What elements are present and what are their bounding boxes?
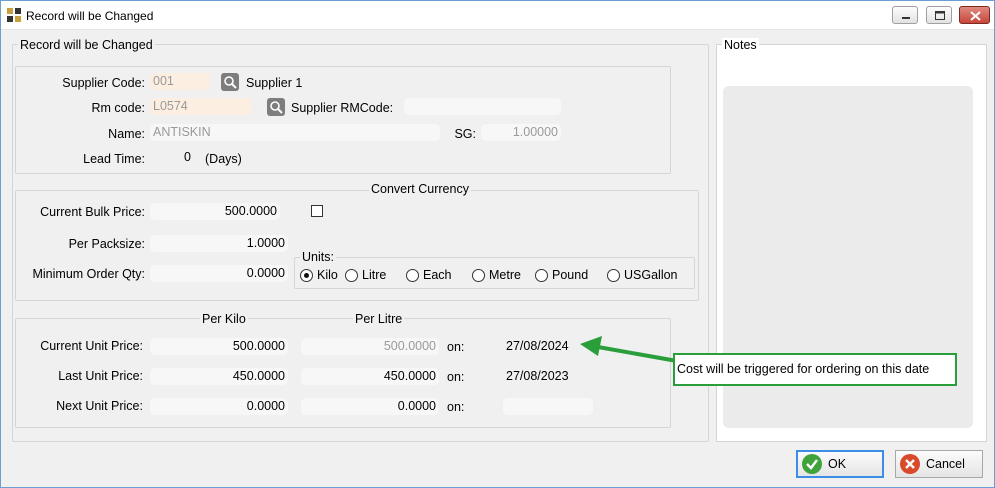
- name-label: Name:: [108, 127, 145, 141]
- radio-dot: [345, 268, 358, 282]
- search-icon: [224, 76, 237, 89]
- next-on-label: on:: [447, 400, 465, 414]
- dialog-window: Record will be Changed Record will be Ch…: [0, 0, 995, 488]
- last-date-field[interactable]: 27/08/2023: [503, 368, 593, 385]
- last-litre-price-field[interactable]: 450.0000: [301, 368, 439, 385]
- main-group-legend: Record will be Changed: [18, 38, 155, 52]
- unit-radio-kilo[interactable]: Kilo: [300, 268, 338, 282]
- moq-field[interactable]: 0.0000: [150, 265, 288, 282]
- current-litre-price-field[interactable]: 500.0000: [301, 338, 439, 355]
- rm-code-label: Rm code:: [91, 101, 146, 115]
- ok-button-label: OK: [828, 457, 847, 471]
- cancel-button-label: Cancel: [926, 457, 965, 471]
- lead-time-label: Lead Time:: [83, 152, 145, 166]
- notes-legend: Notes: [722, 38, 759, 52]
- moq-label: Minimum Order Qty:: [32, 267, 145, 281]
- lead-time-field[interactable]: 0: [150, 149, 194, 166]
- close-icon: [970, 11, 981, 21]
- unit-radio-label: Litre: [362, 268, 387, 282]
- minimize-icon: [902, 17, 910, 19]
- radio-dot: [300, 268, 313, 282]
- supplier-code-label: Supplier Code:: [62, 76, 145, 90]
- unit-radio-usgallon[interactable]: USGallon: [607, 268, 678, 282]
- last-on-label: on:: [447, 370, 465, 384]
- convert-currency-legend: Convert Currency: [369, 182, 471, 196]
- current-kilo-price-field[interactable]: 500.0000: [150, 338, 288, 355]
- radio-dot: [406, 268, 419, 282]
- per-litre-header: Per Litre: [353, 312, 405, 326]
- unit-radio-label: Metre: [489, 268, 521, 282]
- last-unit-price-label: Last Unit Price:: [58, 369, 143, 383]
- ok-button[interactable]: OK: [796, 450, 884, 478]
- minimize-button[interactable]: [892, 6, 918, 24]
- last-kilo-price-field[interactable]: 450.0000: [150, 368, 288, 385]
- supplier-code-field[interactable]: 001: [150, 73, 210, 90]
- packsize-label: Per Packsize:: [68, 237, 145, 251]
- app-icon: [7, 8, 21, 22]
- next-kilo-price-field[interactable]: 0.0000: [150, 398, 288, 415]
- radio-dot: [535, 268, 548, 282]
- title-bar: Record will be Changed: [1, 1, 994, 30]
- sg-label: SG:: [454, 127, 476, 141]
- supplier-search-button[interactable]: [221, 73, 239, 91]
- per-kilo-header: Per Kilo: [200, 312, 248, 326]
- supplier-rmcode-label: Supplier RMCode:: [291, 101, 394, 115]
- unit-radio-label: Pound: [552, 268, 589, 282]
- bulk-price-field[interactable]: 500.0000: [150, 203, 280, 220]
- unit-radio-litre[interactable]: Litre: [345, 268, 386, 282]
- radio-dot: [607, 268, 620, 282]
- unit-radio-label: Kilo: [317, 268, 338, 282]
- rm-code-field[interactable]: L0574: [150, 98, 252, 115]
- cancel-icon: [900, 454, 920, 474]
- unit-radio-each[interactable]: Each: [406, 268, 452, 282]
- units-legend: Units:: [300, 250, 336, 264]
- lead-time-unit: (Days): [205, 152, 242, 166]
- unit-radio-pound[interactable]: Pound: [535, 268, 588, 282]
- close-button[interactable]: [959, 6, 990, 24]
- supplier-name-text: Supplier 1: [246, 76, 303, 90]
- unit-radio-label: Each: [423, 268, 452, 282]
- window-title: Record will be Changed: [26, 9, 154, 23]
- unit-radio-metre[interactable]: Metre: [472, 268, 521, 282]
- maximize-button[interactable]: [926, 6, 952, 24]
- sg-field[interactable]: 1.00000: [481, 124, 561, 141]
- current-unit-price-label: Current Unit Price:: [40, 339, 143, 353]
- next-unit-price-label: Next Unit Price:: [56, 399, 143, 413]
- dialog-client: Record will be Changed Supplier Code: 00…: [2, 31, 993, 487]
- packsize-field[interactable]: 1.0000: [150, 235, 288, 252]
- maximize-icon: [935, 11, 945, 20]
- radio-dot: [472, 268, 485, 282]
- unit-radio-label: USGallon: [624, 268, 678, 282]
- current-on-label: on:: [447, 340, 465, 354]
- next-litre-price-field[interactable]: 0.0000: [301, 398, 439, 415]
- supplier-rmcode-field[interactable]: [404, 98, 561, 115]
- cancel-button[interactable]: Cancel: [895, 450, 983, 478]
- next-date-field[interactable]: [503, 398, 593, 415]
- annotation-callout: Cost will be triggered for ordering on t…: [673, 353, 957, 386]
- search-icon: [270, 101, 283, 114]
- bulk-price-checkbox[interactable]: [311, 205, 323, 217]
- annotation-arrow: [580, 336, 678, 363]
- bulk-price-label: Current Bulk Price:: [40, 205, 145, 219]
- rm-search-button[interactable]: [267, 98, 285, 116]
- check-icon: [802, 454, 822, 474]
- name-field[interactable]: ANTISKIN: [150, 124, 440, 141]
